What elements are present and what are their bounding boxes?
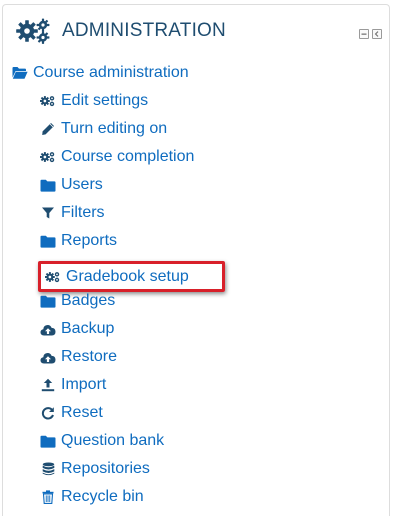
tree-item-label: Filters bbox=[61, 204, 105, 221]
folder-icon bbox=[40, 233, 56, 249]
block-header: ADMINISTRATION bbox=[3, 5, 389, 57]
block-title: ADMINISTRATION bbox=[62, 20, 226, 41]
gears-icon bbox=[45, 269, 61, 285]
tree-item-label: Repositories bbox=[61, 460, 150, 477]
gears-icon bbox=[40, 93, 56, 109]
tree-root-course-administration[interactable]: Course administration bbox=[12, 61, 189, 85]
upload-icon bbox=[40, 377, 56, 393]
cloud-upload-icon bbox=[40, 321, 56, 337]
collapse-block-control[interactable] bbox=[359, 29, 369, 39]
tree-item-label: Reset bbox=[61, 404, 103, 421]
tree-item-import[interactable]: Import bbox=[40, 373, 106, 397]
tree-item-label: Restore bbox=[61, 348, 118, 365]
database-icon bbox=[40, 461, 56, 477]
tree-item-label: Gradebook setup bbox=[66, 268, 189, 285]
tree-item-label: Course completion bbox=[61, 148, 195, 165]
tree-item-label: Reports bbox=[61, 232, 118, 249]
pencil-icon bbox=[40, 121, 56, 137]
tree-item-label: Edit settings bbox=[61, 92, 149, 109]
tree-item-edit-settings[interactable]: Edit settings bbox=[40, 89, 148, 113]
folder-open-icon bbox=[12, 65, 28, 81]
tree-item-badges[interactable]: Badges bbox=[40, 289, 115, 313]
administration-block: ADMINISTRATION Course administration Edi… bbox=[2, 4, 390, 516]
block-controls bbox=[359, 29, 382, 41]
tree-item-label: Users bbox=[61, 176, 103, 193]
tree-item-users[interactable]: Users bbox=[40, 173, 103, 197]
tree-item-label: Badges bbox=[61, 292, 116, 309]
cloud-upload-icon bbox=[40, 349, 56, 365]
tree-item-reset[interactable]: Reset bbox=[40, 401, 103, 425]
tree-item-label: Backup bbox=[61, 320, 115, 337]
reset-icon bbox=[40, 405, 56, 421]
folder-icon bbox=[40, 177, 56, 193]
tree-item-recycle-bin[interactable]: Recycle bin bbox=[40, 485, 144, 509]
tree-item-backup[interactable]: Backup bbox=[40, 317, 114, 341]
gears-icon bbox=[16, 18, 52, 44]
tree-item-repositories[interactable]: Repositories bbox=[40, 457, 150, 481]
minus-icon bbox=[361, 33, 367, 35]
tree-item-question-bank[interactable]: Question bank bbox=[40, 429, 164, 453]
tree-root-label: Course administration bbox=[33, 64, 189, 81]
filter-icon bbox=[40, 205, 56, 221]
gears-icon bbox=[40, 149, 56, 165]
tree-item-label: Recycle bin bbox=[61, 488, 144, 505]
tree-item-reports[interactable]: Reports bbox=[40, 229, 117, 253]
tree-item-course-completion[interactable]: Course completion bbox=[40, 145, 194, 169]
tree-item-label: Question bank bbox=[61, 432, 165, 449]
chevron-left-icon bbox=[374, 31, 379, 37]
tree-item-filters[interactable]: Filters bbox=[40, 201, 105, 225]
tree-item-gradebook-setup[interactable]: Gradebook setup bbox=[45, 265, 189, 289]
folder-icon bbox=[40, 433, 56, 449]
folder-icon bbox=[40, 293, 56, 309]
dock-block-control[interactable] bbox=[372, 29, 382, 39]
tree-item-label: Turn editing on bbox=[61, 120, 168, 137]
tree-item-label: Import bbox=[61, 376, 107, 393]
tree-item-turn-editing-on[interactable]: Turn editing on bbox=[40, 117, 167, 141]
trash-icon bbox=[40, 489, 56, 505]
tree-item-restore[interactable]: Restore bbox=[40, 345, 117, 369]
